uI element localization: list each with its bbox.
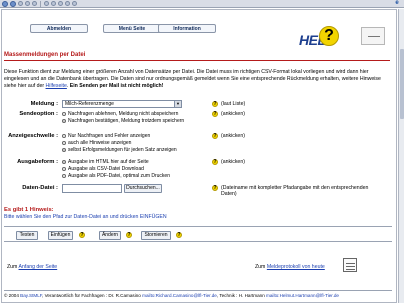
anzeige-success[interactable]: selbst Erfolgsmeldungen für jeden Satz a… <box>62 147 177 153</box>
page-header: Abmelden Menü Seite Information HELP ? <box>2 10 392 50</box>
help-icon-meldung[interactable]: ? <box>212 101 218 107</box>
radio-button[interactable] <box>62 134 66 138</box>
help-icon-insert[interactable]: ? <box>79 232 85 238</box>
scrollbar-thumb[interactable] <box>400 49 404 119</box>
datei-note: (Dateiname mit kompletter Pfadangabe mit… <box>221 185 369 197</box>
hint-text: Bitte wählen Sie den Pfad zur Daten-Date… <box>4 214 167 220</box>
chevron-down-icon[interactable]: ▼ <box>174 101 181 107</box>
insert-button[interactable]: Einfügen <box>48 231 73 240</box>
stop-icon[interactable] <box>18 1 23 6</box>
ausgabe-html[interactable]: Ausgabe im HTML hier auf der Seite <box>62 159 149 165</box>
help-icon-cancel[interactable]: ? <box>176 232 182 238</box>
print-icon[interactable] <box>343 258 357 272</box>
ausgabe-csv[interactable]: Ausgabe als CSV-Datei Download <box>62 166 144 172</box>
copyright-year: © 2004 <box>4 293 19 298</box>
help-question-icon: ? <box>319 26 339 46</box>
radio-button[interactable] <box>62 141 66 145</box>
forward-icon[interactable] <box>10 0 16 7</box>
protocol-link[interactable]: Meldeprotokoll von heute <box>267 264 325 270</box>
hint-title: Es gibt 1 Hinweis: <box>4 207 54 213</box>
mail-hartmann-link[interactable]: mailto:Helmut.Hartmann@lfl-Tier.de <box>266 293 339 298</box>
ausgabe-csv-label: Ausgabe als CSV-Datei Download <box>68 166 144 172</box>
intro-paragraph: Diese Funktion dient zur Meldung einer g… <box>4 69 381 89</box>
radio-button[interactable] <box>62 174 66 178</box>
ausgabe-pdf[interactable]: Ausgabe als PDF-Datei, optimal zum Druck… <box>62 173 170 179</box>
footer-divider <box>4 290 392 291</box>
anzeige-success-label: selbst Erfolgsmeldungen für jeden Satz a… <box>68 147 177 153</box>
help-page-link[interactable]: Hilfeseite <box>46 83 67 89</box>
search-icon[interactable] <box>44 1 49 6</box>
radio-button-selected[interactable] <box>62 119 66 123</box>
page-title: Massenmeldungen per Datei <box>4 52 86 58</box>
sendeoption-note: (ankicken) <box>221 111 245 117</box>
action-bar: Testen Einfügen ? Ändern ? Stornieren ? <box>4 226 392 242</box>
sendeoption-confirm[interactable]: Nachfragen bestätigen, Meldung trotzdem … <box>62 118 206 124</box>
anzeige-hints-label: auch alle Hinweise anzeigen <box>68 140 132 146</box>
help-icon-sendeoption[interactable]: ? <box>212 111 218 117</box>
radio-button[interactable] <box>62 112 66 116</box>
meldung-select-value: Milch-Referenzmenge <box>65 101 114 107</box>
top-of-page-link[interactable]: Anfang der Seite <box>19 264 58 270</box>
ministry-link[interactable]: Bay.StMLF <box>20 293 42 298</box>
datei-label: Daten-Datei : <box>22 185 58 191</box>
ausgabe-pdf-label: Ausgabe als PDF-Datei, optimal zum Druck… <box>68 173 170 179</box>
help-icon-change[interactable]: ? <box>126 232 132 238</box>
history-icon[interactable] <box>58 1 63 6</box>
top-prefix: Zum <box>7 264 18 270</box>
browse-button[interactable]: Durchsuchen... <box>124 184 162 193</box>
print-icon[interactable] <box>72 1 77 6</box>
help-icon-ausgabeform[interactable]: ? <box>212 159 218 165</box>
meldung-note: (laut Liste) <box>221 101 246 107</box>
ausgabeform-label: Ausgabeform : <box>17 159 58 165</box>
sendeoption-label: Sendeoption : <box>19 111 58 117</box>
nav-information-button[interactable]: Information <box>158 24 216 33</box>
anzeigeschwelle-label: Anzeigeschwelle : <box>8 133 58 139</box>
sendeoption-confirm-label: Nachfragen bestätigen, Meldung trotzdem … <box>68 118 185 124</box>
refresh-icon[interactable] <box>25 1 30 6</box>
protocol-link-row: Zum Meldeprotokoll von heute <box>255 264 325 270</box>
home-icon[interactable] <box>32 1 37 6</box>
cancel-button[interactable]: Stornieren <box>141 231 171 240</box>
sendeoption-reject-label: Nachfragen ablehnen, Meldung nicht abspe… <box>68 111 179 117</box>
browser-logo: e <box>395 0 399 6</box>
ausgabeform-note: (ankicken) <box>221 159 245 165</box>
test-button[interactable]: Testen <box>16 231 38 240</box>
nav-logout-button[interactable]: Abmelden <box>30 24 88 33</box>
favorites-icon[interactable] <box>51 1 56 6</box>
meldung-label: Meldung : <box>30 101 58 107</box>
browser-toolbar: e <box>0 0 404 8</box>
sendeoption-reject[interactable]: Nachfragen ablehnen, Meldung nicht abspe… <box>62 111 178 117</box>
anzeige-errors-label: Nur Nachfragen und Fehler anzeigen <box>68 133 151 139</box>
toolbar-divider <box>40 0 41 7</box>
nav-menu-button[interactable]: Menü Seite <box>103 24 161 33</box>
mail-icon[interactable] <box>65 1 70 6</box>
language-box[interactable] <box>361 27 385 45</box>
change-button[interactable]: Ändern <box>99 231 121 240</box>
mail-camasino-link[interactable]: mailto:Richard.Camasino@lfl-Tier.de <box>142 293 217 298</box>
vertical-scrollbar[interactable] <box>398 9 404 303</box>
meldung-select[interactable]: Milch-Referenzmenge ▼ <box>62 100 182 108</box>
top-of-page-link-row: Zum Anfang der Seite <box>7 264 57 270</box>
protocol-prefix: Zum <box>255 264 266 270</box>
anzeigeschwelle-note: (ankicken) <box>221 133 245 139</box>
ausgabe-html-label: Ausgabe im HTML hier auf der Seite <box>68 159 149 165</box>
help-icon-datei[interactable]: ? <box>212 185 218 191</box>
radio-button-selected[interactable] <box>62 160 66 164</box>
copyright-technik: , Technik : H. Hartmann <box>216 293 265 298</box>
copyright-responsible: , Verantwortlich für Fachfragen : Dr. R.… <box>42 293 141 298</box>
file-path-input[interactable] <box>62 184 122 193</box>
anzeige-hints[interactable]: auch alle Hinweise anzeigen <box>62 140 131 146</box>
help-icon-anzeigeschwelle[interactable]: ? <box>212 133 218 139</box>
radio-button[interactable] <box>62 167 66 171</box>
back-icon[interactable] <box>2 0 8 7</box>
help-logo[interactable]: HELP ? <box>299 26 341 48</box>
copyright-line: © 2004 Bay.StMLF, Verantwortlich für Fac… <box>4 293 392 298</box>
anzeige-errors[interactable]: Nur Nachfragen und Fehler anzeigen <box>62 133 150 139</box>
intro-warning: Ein Senden per Mail ist nicht möglich! <box>69 83 164 89</box>
radio-button-selected[interactable] <box>62 148 66 152</box>
title-row: Massenmeldungen per Datei <box>4 52 390 61</box>
